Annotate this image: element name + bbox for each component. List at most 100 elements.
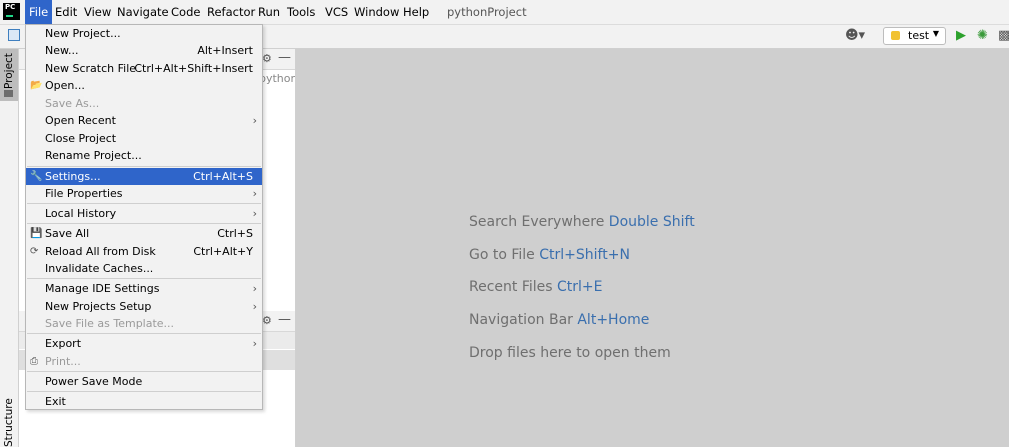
menu-separator bbox=[27, 371, 261, 372]
menu-item-label: Power Save Mode bbox=[45, 375, 143, 388]
file-menu-dropdown: New Project... New... Alt+Insert New Scra… bbox=[25, 24, 263, 410]
menu-item-label: Rename Project... bbox=[45, 149, 142, 162]
menu-rename-project[interactable]: Rename Project... bbox=[26, 147, 262, 164]
menu-exit[interactable]: Exit bbox=[26, 393, 262, 410]
run-icon[interactable]: ▶ bbox=[956, 28, 966, 43]
menu-reload-all[interactable]: ⟳ Reload All from Disk Ctrl+Alt+Y bbox=[26, 243, 262, 260]
menu-item-label: Open Recent bbox=[45, 114, 116, 127]
menu-item-shortcut: Ctrl+Alt+S bbox=[193, 170, 253, 183]
hint-key: Ctrl+Shift+N bbox=[539, 247, 630, 263]
project-tab-label: Project bbox=[3, 53, 15, 89]
hint-key: Double Shift bbox=[608, 214, 695, 230]
hint-text: Navigation Bar bbox=[469, 312, 573, 328]
logo-text: PC bbox=[5, 3, 16, 11]
python-file-icon bbox=[891, 31, 900, 40]
layout-icon[interactable] bbox=[8, 29, 20, 41]
menu-item-shortcut: Alt+Insert bbox=[197, 44, 253, 57]
menu-separator bbox=[27, 166, 261, 167]
menu-run[interactable]: Run bbox=[254, 0, 284, 24]
hint-key: Alt+Home bbox=[577, 312, 650, 328]
vcs-user-icon[interactable]: ☻▾ bbox=[845, 28, 865, 43]
menu-new-scratch-file[interactable]: New Scratch File Ctrl+Alt+Shift+Insert bbox=[26, 60, 262, 77]
menu-file[interactable]: File bbox=[25, 0, 53, 24]
menu-item-label: Invalidate Caches... bbox=[45, 262, 154, 275]
menu-invalidate-caches[interactable]: Invalidate Caches... bbox=[26, 260, 262, 277]
print-icon: ⎙ bbox=[30, 356, 38, 367]
menu-separator bbox=[27, 203, 261, 204]
gear-icon[interactable]: ⚙ bbox=[262, 314, 272, 327]
minimize-icon[interactable]: — bbox=[278, 312, 291, 327]
menu-item-shortcut: Ctrl+S bbox=[217, 227, 253, 240]
menu-export[interactable]: Export › bbox=[26, 335, 262, 352]
minimize-icon[interactable]: — bbox=[278, 50, 291, 65]
menu-save-all[interactable]: 💾 Save All Ctrl+S bbox=[26, 225, 262, 242]
run-config-selector[interactable]: test ▼ bbox=[883, 27, 946, 45]
menu-item-label: Save As... bbox=[45, 97, 100, 110]
chevron-right-icon: › bbox=[252, 187, 257, 200]
gear-icon[interactable]: ⚙ bbox=[262, 52, 272, 65]
menu-item-label: Manage IDE Settings bbox=[45, 282, 160, 295]
menu-close-project[interactable]: Close Project bbox=[26, 130, 262, 147]
debug-icon[interactable]: ✺ bbox=[977, 28, 988, 43]
chevron-right-icon: › bbox=[252, 337, 257, 350]
menu-item-label: Exit bbox=[45, 395, 66, 408]
menu-power-save-mode[interactable]: Power Save Mode bbox=[26, 373, 262, 390]
menu-bar: PC File Edit View Navigate Code Refactor… bbox=[0, 0, 1009, 25]
hint-text: Drop files here to open them bbox=[469, 345, 671, 361]
menu-manage-ide-settings[interactable]: Manage IDE Settings › bbox=[26, 280, 262, 297]
menu-item-label: Open... bbox=[45, 79, 85, 92]
refresh-icon: ⟳ bbox=[30, 246, 39, 257]
menu-item-label: Print... bbox=[45, 355, 81, 368]
menu-item-label: Close Project bbox=[45, 132, 117, 145]
structure-tool-tab[interactable]: Structure bbox=[3, 398, 15, 447]
chevron-right-icon: › bbox=[252, 300, 257, 313]
hint-text: Search Everywhere bbox=[469, 214, 605, 230]
menu-new-projects-setup[interactable]: New Projects Setup › bbox=[26, 298, 262, 315]
menu-print[interactable]: ⎙ Print... bbox=[26, 353, 262, 370]
project-tree-root[interactable]: pythonProje bbox=[259, 72, 295, 85]
menu-vcs[interactable]: VCS bbox=[321, 0, 352, 24]
menu-separator bbox=[27, 333, 261, 334]
menu-item-label: New Project... bbox=[45, 27, 121, 40]
menu-local-history[interactable]: Local History › bbox=[26, 205, 262, 222]
menu-settings[interactable]: 🔧 Settings... Ctrl+Alt+S bbox=[26, 168, 262, 185]
menu-save-file-as-template[interactable]: Save File as Template... bbox=[26, 315, 262, 332]
chevron-right-icon: › bbox=[252, 282, 257, 295]
hint-recent-files: Recent Files Ctrl+E bbox=[469, 279, 603, 295]
menu-item-shortcut: Ctrl+Alt+Y bbox=[193, 245, 253, 258]
menu-window[interactable]: Window bbox=[350, 0, 403, 24]
hint-go-to-file: Go to File Ctrl+Shift+N bbox=[469, 247, 630, 263]
menu-item-label: File Properties bbox=[45, 187, 123, 200]
menu-view[interactable]: View bbox=[80, 0, 115, 24]
chevron-right-icon: › bbox=[252, 114, 257, 127]
project-title: pythonProject bbox=[447, 5, 527, 19]
menu-separator bbox=[27, 223, 261, 224]
menu-item-label: Save All bbox=[45, 227, 90, 240]
menu-item-label: Local History bbox=[45, 207, 117, 220]
editor-empty-state: Search Everywhere Double Shift Go to Fil… bbox=[296, 49, 1009, 447]
menu-item-shortcut: Ctrl+Alt+Shift+Insert bbox=[134, 62, 253, 75]
menu-help[interactable]: Help bbox=[399, 0, 433, 24]
menu-item-label: Save File as Template... bbox=[45, 317, 175, 330]
menu-navigate[interactable]: Navigate bbox=[113, 0, 173, 24]
folder-open-icon: 📂 bbox=[30, 80, 43, 91]
menu-refactor[interactable]: Refactor bbox=[203, 0, 259, 24]
menu-open[interactable]: 📂 Open... bbox=[26, 77, 262, 94]
chevron-right-icon: › bbox=[252, 207, 257, 220]
run-config-label: test bbox=[908, 29, 930, 42]
hint-key: Ctrl+E bbox=[557, 279, 603, 295]
menu-new-project[interactable]: New Project... bbox=[26, 25, 262, 42]
menu-edit[interactable]: Edit bbox=[51, 0, 81, 24]
menu-tools[interactable]: Tools bbox=[283, 0, 319, 24]
menu-code[interactable]: Code bbox=[167, 0, 204, 24]
menu-save-as[interactable]: Save As... bbox=[26, 95, 262, 112]
wrench-icon: 🔧 bbox=[30, 171, 43, 182]
menu-item-label: New Projects Setup bbox=[45, 300, 152, 313]
menu-new[interactable]: New... Alt+Insert bbox=[26, 42, 262, 59]
menu-open-recent[interactable]: Open Recent › bbox=[26, 112, 262, 129]
tool-window-strip: Project Structure bbox=[0, 49, 19, 447]
menu-file-properties[interactable]: File Properties › bbox=[26, 185, 262, 202]
save-icon: 💾 bbox=[30, 228, 43, 239]
coverage-icon[interactable]: ▩ bbox=[998, 28, 1009, 43]
project-tool-tab[interactable]: Project bbox=[0, 49, 18, 101]
